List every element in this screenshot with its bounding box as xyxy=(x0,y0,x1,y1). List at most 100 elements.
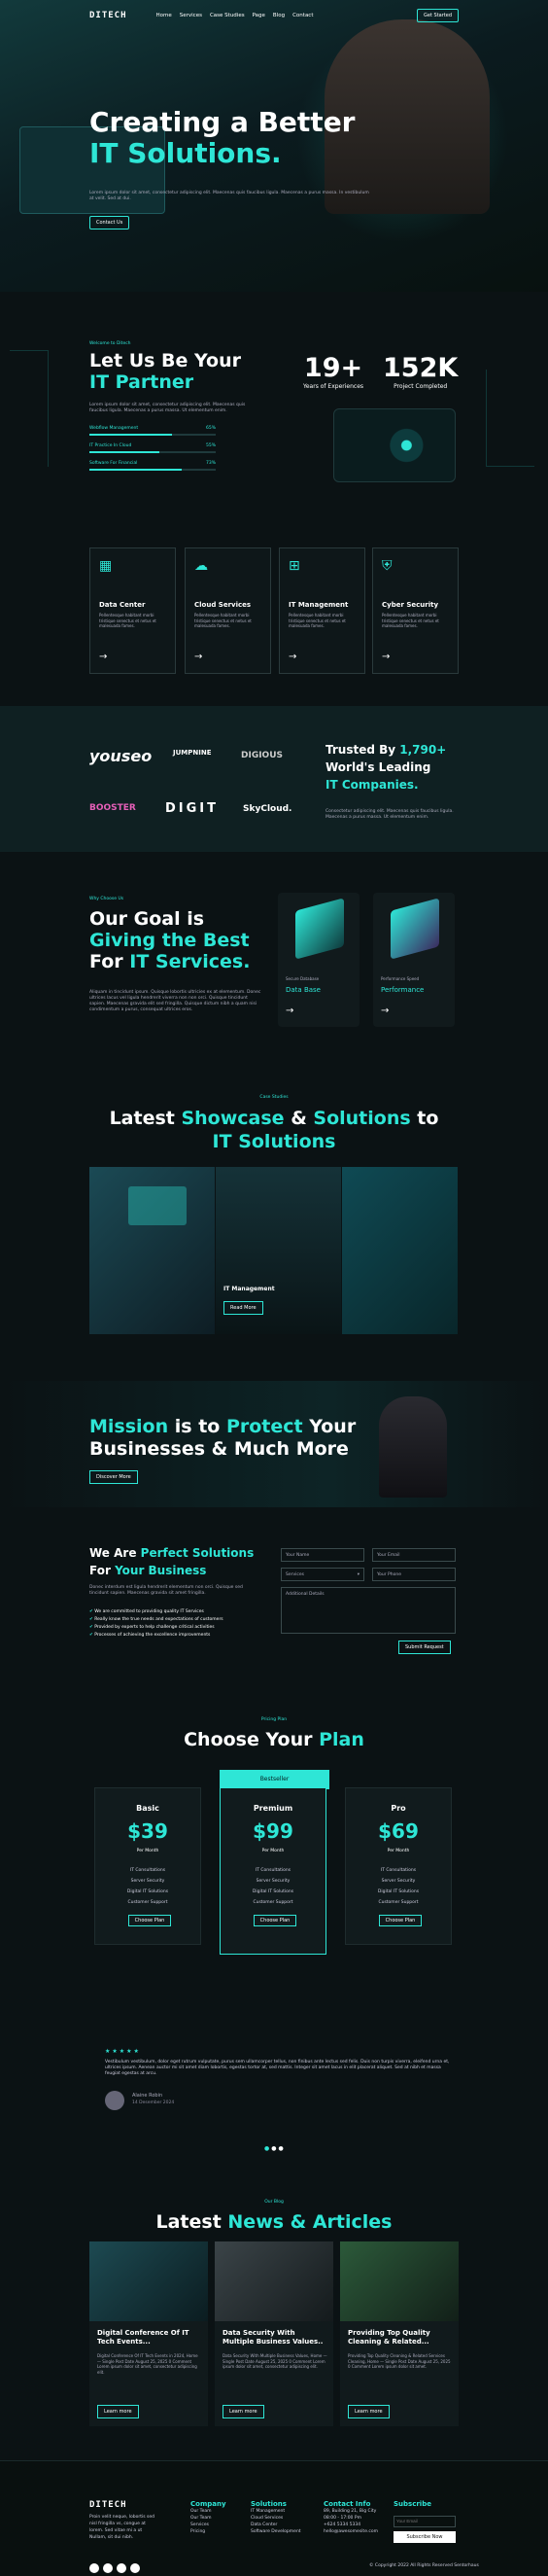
linkedin-icon[interactable] xyxy=(130,2563,140,2573)
contact-title: We Are Perfect Solutions For Your Busine… xyxy=(89,1546,255,1577)
plan-feature: Server Security xyxy=(130,1879,165,1884)
choose-plan-button[interactable]: Choose Plan xyxy=(254,1915,296,1926)
arrow-right-icon[interactable]: → xyxy=(194,652,202,662)
plan-feature: Customer Support xyxy=(253,1900,293,1905)
facebook-icon[interactable] xyxy=(89,2563,99,2573)
goal-section: Why Choose Us Our Goal is Giving the Bes… xyxy=(0,885,548,1031)
news-card-title: Digital Conference Of IT Tech Events... xyxy=(97,2329,189,2346)
about-tag: Welcome to Ditech xyxy=(89,341,131,346)
carousel-dot[interactable]: ● xyxy=(271,2145,278,2152)
nav-item-home[interactable]: Home xyxy=(156,13,172,18)
arrow-right-icon[interactable]: → xyxy=(381,1006,389,1016)
feature-small: Secure Database xyxy=(286,976,320,981)
nav-item-blog[interactable]: Blog xyxy=(273,13,285,18)
footer-link[interactable]: Our Team xyxy=(190,2515,226,2522)
showcase-image-3[interactable] xyxy=(342,1167,458,1334)
news-card[interactable]: Digital Conference Of IT Tech Events... … xyxy=(89,2241,208,2426)
choose-plan-button[interactable]: Choose Plan xyxy=(379,1915,422,1926)
plan-price: $39 xyxy=(127,1819,168,1843)
subscribe-button[interactable]: Subscribe Now xyxy=(394,2530,456,2543)
service-card-data-center[interactable]: ▦ Data Center Pellentesque habitant morbi … xyxy=(89,547,176,674)
learn-more-button[interactable]: Learn more xyxy=(223,2405,264,2418)
arrow-right-icon[interactable]: → xyxy=(286,1006,293,1016)
rating-stars: ★★★★★ xyxy=(105,2048,141,2055)
footer-link[interactable]: Pricing xyxy=(190,2528,226,2535)
submit-request-button[interactable]: Submit Request xyxy=(398,1641,451,1654)
services-select[interactable]: Services ▾ xyxy=(281,1568,364,1581)
service-description: Pellentesque habitant morbi tristique se… xyxy=(194,613,252,628)
news-card[interactable]: Providing Top Quality Cleaning & Related… xyxy=(340,2241,459,2426)
discover-more-button[interactable]: Discover More xyxy=(89,1470,138,1484)
carousel-dots[interactable]: ●●● xyxy=(264,2145,286,2152)
arrow-right-icon[interactable]: → xyxy=(382,652,390,662)
mission-section: Mission is to Protect Your Businesses & … xyxy=(0,1381,548,1507)
footer-link[interactable]: Data Center xyxy=(251,2522,301,2528)
feature-card-database[interactable]: Secure Database Data Base → xyxy=(278,893,360,1027)
goal-line3b: IT Services. xyxy=(129,951,251,972)
nav-item-case-studies[interactable]: Case Studies xyxy=(210,13,245,18)
stat-label: Years of Experiences xyxy=(303,383,364,390)
read-more-button[interactable]: Read More xyxy=(223,1301,263,1315)
footer-link[interactable]: Software Development xyxy=(251,2528,301,2535)
learn-more-button[interactable]: Learn more xyxy=(97,2405,139,2418)
instagram-icon[interactable] xyxy=(117,2563,126,2573)
tech-image xyxy=(333,408,456,482)
skill-label: Webflow Management xyxy=(89,426,139,431)
hero-title: Creating a Better IT Solutions. xyxy=(89,107,356,169)
arrow-right-icon[interactable]: → xyxy=(289,652,296,662)
footer-link[interactable]: IT Management xyxy=(251,2508,301,2515)
service-card-cloud-services[interactable]: ☁ Cloud Services Pellentesque habitant mor… xyxy=(185,547,271,674)
footer: DITECH Proin velit neque, lobortis sed n… xyxy=(0,2460,548,2576)
footer-contact-info: Contact Info 89, Building 21, Big City 0… xyxy=(324,2500,378,2534)
skill-fill xyxy=(89,469,182,471)
twitter-icon[interactable] xyxy=(103,2563,113,2573)
news-card-desc: Data Security With Multiple Business Val… xyxy=(223,2353,327,2369)
email-field[interactable]: Your Email xyxy=(372,1548,456,1562)
checklist: ✔ We are committed to providing quality … xyxy=(89,1608,223,1640)
nav-item-services[interactable]: Services xyxy=(180,13,202,18)
plan-feature: IT Consultations xyxy=(129,1868,166,1873)
contact-us-button[interactable]: Contact Us xyxy=(89,216,130,229)
subscribe-email-input[interactable] xyxy=(394,2515,456,2527)
client-logo: BOOSTER xyxy=(89,803,136,813)
carousel-dot[interactable]: ● xyxy=(279,2145,286,2152)
details-textarea[interactable]: Additional Details xyxy=(281,1587,456,1634)
phone-field[interactable]: Your Phone xyxy=(372,1568,456,1581)
about-title-line1: Let Us Be Your xyxy=(89,350,241,371)
goal-title: Our Goal is Giving the Best For IT Servi… xyxy=(89,908,250,972)
news-card[interactable]: Data Security With Multiple Business Val… xyxy=(215,2241,333,2426)
trusted-line2: World's Leading xyxy=(325,760,431,774)
feature-card-performance[interactable]: Performance Speed Performance → xyxy=(373,893,455,1027)
service-card-it-management[interactable]: ⊞ IT Management Pellentesque habitant morb… xyxy=(279,547,365,674)
logo[interactable]: DITECH xyxy=(89,11,127,20)
footer-link[interactable]: Services xyxy=(190,2522,226,2528)
nav-item-contact[interactable]: Contact xyxy=(292,13,313,18)
footer-logo[interactable]: DITECH xyxy=(89,2500,127,2510)
nav-item-page[interactable]: Page xyxy=(253,13,265,18)
check-item: ✔ Processes of achieving the excellence … xyxy=(89,1633,211,1638)
news-image xyxy=(89,2241,208,2321)
about-title-line2: IT Partner xyxy=(89,371,194,393)
social-icons xyxy=(89,2558,144,2576)
plan-card-premium: Premium $99 Per Month IT Consultations S… xyxy=(220,1787,326,1955)
name-field[interactable]: Your Name xyxy=(281,1548,364,1562)
get-started-button[interactable]: Get Started xyxy=(417,9,459,22)
service-description: Pellentesque habitant morbi tristique se… xyxy=(99,613,156,628)
showcase-card-it-management[interactable]: IT Management Read More xyxy=(216,1167,341,1334)
plan-period: Per Month xyxy=(261,1849,285,1853)
arrow-right-icon[interactable]: → xyxy=(99,652,107,662)
learn-more-button[interactable]: Learn more xyxy=(348,2405,390,2418)
shield-icon: ⛨ xyxy=(382,558,393,574)
footer-link[interactable]: Cloud Services xyxy=(251,2515,301,2522)
news-card-title: Data Security With Multiple Business Val… xyxy=(223,2329,324,2346)
skill-label: IT Practice In Cloud xyxy=(89,443,132,448)
news-image xyxy=(340,2241,459,2321)
showcase-image-1[interactable] xyxy=(89,1167,215,1334)
skill-percent: 55% xyxy=(205,443,216,448)
choose-plan-button[interactable]: Choose Plan xyxy=(128,1915,171,1926)
plan-feature: IT Consultations xyxy=(255,1868,291,1873)
footer-link[interactable]: Our Team xyxy=(190,2508,226,2515)
feature-small: Performance Speed xyxy=(381,976,420,981)
service-card-cyber-security[interactable]: ⛨ Cyber Security Pellentesque habitant mor… xyxy=(372,547,459,674)
showcase-tag: Case Studies xyxy=(259,1095,289,1100)
